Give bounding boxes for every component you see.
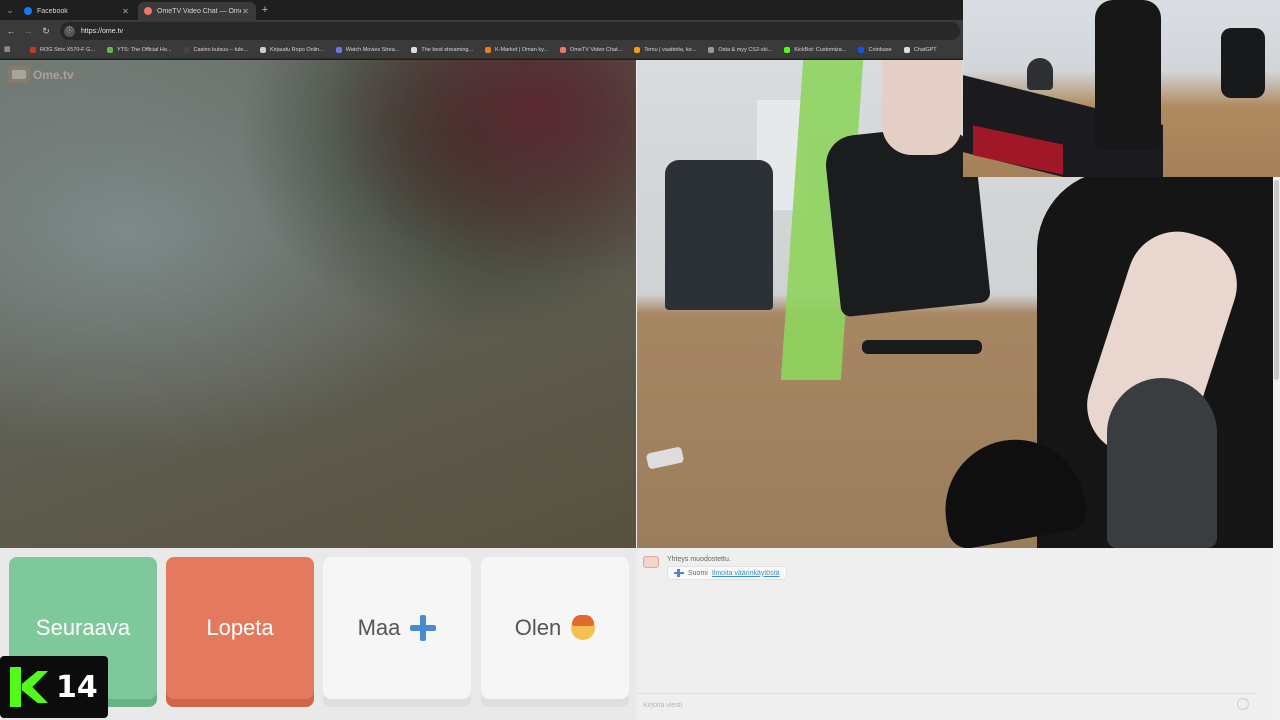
chair: [1221, 28, 1265, 98]
bookmark-item[interactable]: Coinbase: [858, 47, 892, 53]
bookmark-label: KickBot: Customiza...: [794, 47, 847, 53]
kick-badge: 14: [0, 656, 108, 718]
ometv-favicon-icon: [144, 7, 152, 15]
forward-icon[interactable]: →: [21, 24, 35, 38]
gender-button[interactable]: Olen: [481, 557, 629, 699]
finland-flag-icon: [674, 569, 684, 577]
report-abuse-link[interactable]: Ilmoita väärinkäytöstä: [712, 570, 780, 577]
tab-label: Facebook: [37, 7, 68, 15]
bookmark-favicon-icon: [411, 47, 418, 53]
bookmark-favicon-icon: [560, 47, 567, 53]
facebook-favicon-icon: [24, 7, 32, 15]
person: [1095, 0, 1161, 150]
language-label: Suomi: [688, 569, 708, 577]
bookmark-favicon-icon: [858, 47, 865, 53]
bookmark-favicon-icon: [485, 47, 492, 53]
bookmark-favicon-icon: [30, 47, 36, 53]
site-info-icon[interactable]: ⓘ: [64, 25, 75, 37]
address-bar[interactable]: ⓘ https://ome.tv: [60, 22, 960, 40]
reload-icon[interactable]: ↻: [39, 24, 53, 38]
chair-base: [862, 340, 982, 354]
gender-label: Olen: [514, 615, 562, 640]
bookmark-favicon-icon: [708, 47, 715, 53]
coat-rack: [665, 160, 773, 310]
bookmark-label: Kirjaudu Ropo Onlin...: [269, 47, 324, 53]
bookmark-favicon-icon: [259, 47, 266, 53]
bookmark-item[interactable]: Watch Movies Strea...: [335, 47, 400, 53]
tab-search-icon[interactable]: ⌄: [4, 3, 16, 17]
bookmark-favicon-icon: [183, 47, 190, 53]
bookmark-label: Coinbase: [868, 47, 892, 53]
face: [882, 60, 962, 155]
bookmark-favicon-icon: [903, 47, 910, 53]
bookmark-favicon-icon: [634, 47, 641, 53]
microphone: [1107, 378, 1217, 548]
language-bubble: Suomi Ilmoita väärinkäytöstä: [667, 566, 787, 580]
bookmark-label: Temu | vaatteita, ke...: [644, 47, 697, 53]
bookmark-item[interactable]: ChatGPT: [903, 47, 937, 53]
chat-panel: Yhteys muodostettu. Suomi Ilmoita väärin…: [637, 548, 1273, 720]
bookmark-label: OmeTV Video Chat...: [570, 47, 623, 53]
bookmark-item[interactable]: K-Market | Oman ky...: [485, 47, 548, 53]
scrollbar-thumb[interactable]: [1274, 180, 1279, 380]
back-icon[interactable]: ←: [4, 24, 18, 38]
can: [645, 446, 685, 470]
bookmark-favicon-icon: [107, 47, 114, 53]
url-text: https://ome.tv: [81, 27, 124, 35]
tv-chat-icon: [643, 556, 659, 568]
bookmark-item[interactable]: The best streaming...: [411, 47, 473, 53]
bookmark-label: YTS: The Official Ho...: [117, 47, 172, 53]
bookmark-item[interactable]: YTS: The Official Ho...: [107, 47, 172, 53]
tv-logo-icon: [8, 66, 30, 83]
boy-emoji-icon: [571, 615, 596, 640]
country-button[interactable]: Maa: [323, 557, 471, 699]
bookmark-label: ChatGPT: [913, 47, 937, 53]
chat-input[interactable]: Kirjoita viesti: [637, 693, 1257, 717]
bookmark-item[interactable]: Kirjaudu Ropo Onlin...: [259, 47, 324, 53]
bookmark-item[interactable]: Temu | vaatteita, ke...: [634, 47, 696, 53]
close-tab-icon[interactable]: ✕: [241, 7, 250, 16]
tab-label: OmeTV Video Chat — Ome: [157, 7, 241, 15]
finland-flag-icon: [410, 615, 437, 641]
webcam-overlay: [963, 0, 1280, 177]
bookmark-favicon-icon: [335, 47, 342, 53]
bookmark-label: Osta & myy CS2-ski...: [718, 47, 773, 53]
bookmark-label: K-Market | Oman ky...: [495, 47, 549, 53]
tab-facebook[interactable]: Facebook ✕: [18, 2, 136, 20]
bookmark-item[interactable]: Osta & myy CS2-ski...: [708, 47, 772, 53]
bookmark-favicon-icon: [784, 47, 791, 53]
next-label: Seuraava: [35, 615, 131, 640]
microphone: [1027, 58, 1053, 90]
bookmark-item[interactable]: OmeTV Video Chat...: [560, 47, 622, 53]
stop-button[interactable]: Lopeta: [166, 557, 314, 699]
country-label: Maa: [357, 615, 401, 640]
logo-text: Ome.tv: [33, 67, 74, 82]
bookmark-label: Watch Movies Strea...: [345, 47, 400, 53]
stop-label: Lopeta: [206, 615, 274, 640]
bookmark-item[interactable]: Casino kutsuu – tule...: [183, 47, 248, 53]
new-tab-button[interactable]: +: [259, 3, 271, 17]
close-tab-icon[interactable]: ✕: [121, 7, 130, 16]
badge-number: 14: [56, 669, 98, 705]
tab-ometv[interactable]: OmeTV Video Chat — Ome ✕: [138, 2, 256, 20]
bookmark-label: Casino kutsuu – tule...: [193, 47, 248, 53]
bookmark-label: ROG Strix X570-F G...: [40, 47, 96, 53]
stranger-video: Ome.tv: [0, 60, 636, 548]
emoji-icon[interactable]: [1237, 698, 1249, 710]
ometv-logo[interactable]: Ome.tv: [8, 66, 74, 83]
connection-status: Yhteys muodostettu.: [667, 556, 731, 563]
bookmark-item[interactable]: KickBot: Customiza...: [784, 47, 846, 53]
bookmark-label: The best streaming...: [421, 47, 474, 53]
apps-grid-icon[interactable]: ▦: [4, 45, 16, 55]
kick-logo-icon: [10, 667, 48, 707]
bookmark-item[interactable]: ROG Strix X570-F G...: [30, 47, 95, 53]
